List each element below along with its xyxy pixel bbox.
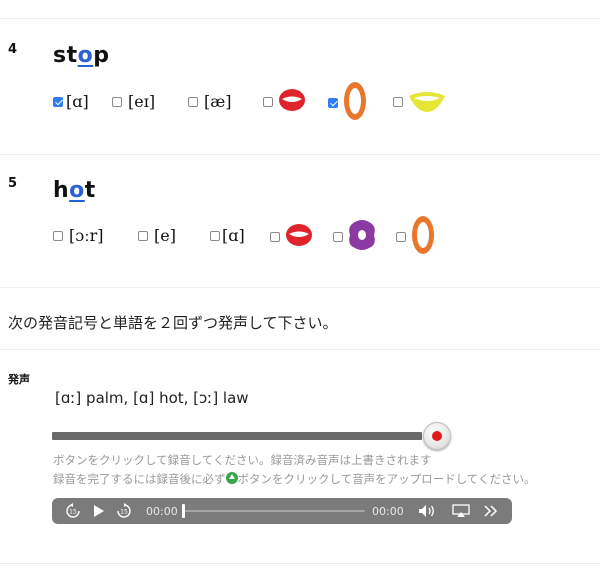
checkbox[interactable] xyxy=(53,96,63,107)
purple-round-mouth-icon xyxy=(347,218,377,256)
current-time: 00:00 xyxy=(146,505,178,518)
note-text: ボタンをクリックして音声をアップロードしてください。 xyxy=(237,472,536,486)
play-button[interactable] xyxy=(90,498,108,524)
checkbox[interactable] xyxy=(328,98,338,108)
word-part: p xyxy=(93,43,110,68)
checkbox[interactable] xyxy=(270,232,280,242)
note-text: 録音を完了するには録音後に必ず xyxy=(53,472,226,486)
option-ipa-2[interactable]: [eɪ] xyxy=(112,92,155,111)
instruction-text: 次の発音記号と単語を２回ずつ発声して下さい。 xyxy=(8,314,338,332)
option-label: [ɔːr] xyxy=(69,226,104,245)
upload-icon xyxy=(225,472,238,484)
more-options-button[interactable] xyxy=(480,498,502,524)
option-mouth-2[interactable] xyxy=(333,218,377,256)
record-note-2: 録音を完了するには録音後に必ず ボタンをクリックして音声をアップロードしてください… xyxy=(53,471,535,487)
pronunciation-phrase: [ɑː] palm, [ɑ] hot, [ɔː] law xyxy=(55,389,249,407)
section-label: 発声 xyxy=(8,373,30,386)
divider xyxy=(0,154,600,155)
option-label: [e] xyxy=(154,226,176,245)
skip-forward-15-button[interactable]: 15 xyxy=(115,498,133,524)
orange-open-mouth-icon xyxy=(410,214,436,260)
svg-text:15: 15 xyxy=(120,509,128,516)
checkbox[interactable] xyxy=(263,97,273,107)
record-dot-icon xyxy=(432,431,442,441)
rewind-15-icon: 15 xyxy=(66,503,80,518)
option-ipa-1[interactable]: [ɑ] xyxy=(53,92,89,111)
record-button[interactable] xyxy=(423,422,451,450)
recording-level-bar xyxy=(52,432,422,440)
option-mouth-1[interactable] xyxy=(270,220,314,254)
word-part: h xyxy=(53,178,70,203)
option-label: [ɑ] xyxy=(66,92,89,111)
option-mouth-3[interactable] xyxy=(396,214,436,260)
seek-track[interactable] xyxy=(183,510,365,512)
option-mouth-1[interactable] xyxy=(263,85,307,119)
orange-open-mouth-icon xyxy=(342,80,368,126)
airplay-button[interactable] xyxy=(450,498,472,524)
option-ipa-3[interactable]: [æ] xyxy=(188,92,232,111)
checkbox[interactable] xyxy=(396,232,406,242)
checkbox[interactable] xyxy=(138,230,148,241)
seek-thumb[interactable] xyxy=(182,504,185,518)
red-lips-mouth-icon xyxy=(277,85,307,119)
word-part: st xyxy=(53,43,78,68)
red-lips-mouth-icon xyxy=(284,220,314,254)
question-word: hot xyxy=(53,178,96,203)
option-ipa-3[interactable]: [ɑ] xyxy=(210,226,245,245)
airplay-icon xyxy=(452,504,470,517)
option-label: [ɑ] xyxy=(222,226,245,245)
divider xyxy=(0,287,600,288)
checkbox[interactable] xyxy=(393,97,403,107)
option-mouth-3[interactable] xyxy=(393,86,447,118)
duration-time: 00:00 xyxy=(372,505,404,518)
word-part: t xyxy=(84,178,96,203)
option-ipa-2[interactable]: [e] xyxy=(138,226,176,245)
option-mouth-2[interactable] xyxy=(328,80,368,126)
divider xyxy=(0,18,600,19)
play-icon xyxy=(94,505,104,517)
option-ipa-1[interactable]: [ɔːr] xyxy=(53,226,103,245)
audio-player: 15 15 00:00 00:00 xyxy=(52,498,512,524)
divider xyxy=(0,349,600,350)
checkbox[interactable] xyxy=(53,230,63,241)
divider xyxy=(0,563,600,564)
question-number: 5 xyxy=(8,176,18,191)
word-highlight: o xyxy=(69,178,85,203)
option-label: [eɪ] xyxy=(128,92,156,111)
word-highlight: o xyxy=(77,43,94,68)
record-note-1: ボタンをクリックして録音してください。録音済み音声は上書きされます xyxy=(53,453,432,467)
checkbox[interactable] xyxy=(112,96,122,107)
checkbox[interactable] xyxy=(210,230,220,241)
svg-text:15: 15 xyxy=(69,509,77,516)
option-label: [æ] xyxy=(204,92,232,111)
question-word: stop xyxy=(53,43,110,68)
volume-icon xyxy=(419,505,434,517)
volume-button[interactable] xyxy=(416,498,440,524)
checkbox[interactable] xyxy=(188,96,198,107)
double-chevron-right-icon xyxy=(484,505,498,517)
question-number: 4 xyxy=(8,42,18,57)
skip-back-15-button[interactable]: 15 xyxy=(64,498,82,524)
yellow-smile-mouth-icon xyxy=(407,86,447,118)
forward-15-icon: 15 xyxy=(117,503,131,518)
checkbox[interactable] xyxy=(333,232,343,242)
